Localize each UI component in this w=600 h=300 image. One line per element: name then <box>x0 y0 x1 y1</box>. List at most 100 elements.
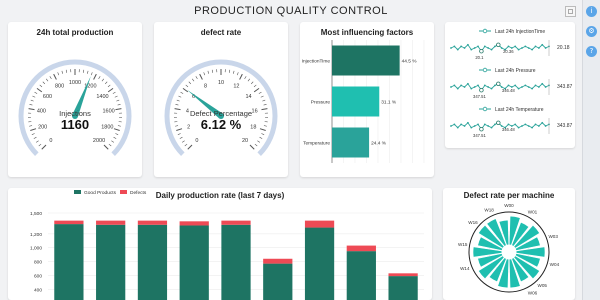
sensors-card: Last 24h InjectionTime 20.1 20.36 20.18 Last… <box>445 22 575 148</box>
sensor-point <box>470 48 473 51</box>
sensor-point <box>487 86 490 88</box>
defect-gauge-tick-label: 20 <box>242 138 248 144</box>
factors-title: Most influencing factors <box>320 28 414 37</box>
defect-gauge-tick <box>253 87 260 93</box>
defect-gauge-tick <box>211 69 214 73</box>
machine-chart: W00 W01 W03 W04 W05W06 W14 W15 W16 W18 <box>458 203 560 296</box>
production-gauge-tick <box>113 136 117 139</box>
sensor-point <box>534 45 537 48</box>
daily-bar-defect <box>179 221 209 226</box>
daily-bar-defect <box>346 245 376 252</box>
sensor-point <box>490 48 493 51</box>
sensor-point <box>507 123 510 126</box>
defect-gauge-tick <box>263 125 267 127</box>
sensor-point <box>537 47 540 49</box>
sensor-legend-marker <box>482 67 488 73</box>
side-rail: i ⚙ ? <box>582 0 600 300</box>
daily-bar-good <box>54 224 84 300</box>
sensor-point <box>473 47 476 49</box>
menu-icon[interactable] <box>565 6 576 17</box>
sensor-min-marker <box>479 87 484 93</box>
defect-gauge-tick <box>175 104 179 106</box>
defect-gauge-tick <box>188 81 192 85</box>
sensor-point <box>456 48 459 51</box>
defect-gauge-tick <box>181 140 185 143</box>
sensor-point <box>477 45 479 48</box>
daily-bar-good <box>346 251 376 300</box>
sensor-point <box>460 123 463 126</box>
defect-gauge-tick-label: 0 <box>195 138 198 144</box>
defect-gauge-tick-label: 10 <box>218 80 224 86</box>
settings-icon[interactable]: ⚙ <box>586 26 597 37</box>
sensor-min-label: 347.51 <box>473 133 486 138</box>
daily-ytick-label: 800 <box>34 260 42 266</box>
production-gauge-tick-label: 200 <box>38 125 47 131</box>
production-gauge-tick <box>113 128 120 131</box>
defect-gauge-tick <box>184 143 188 147</box>
factors-chart: InjectionTime 44.5 % Pressure 31.1 % Tempera… <box>302 40 425 163</box>
sensor-point <box>521 47 523 49</box>
defect-gauge-tick <box>247 78 251 82</box>
sensor-point <box>483 84 486 87</box>
defect-gauge-value: 6.12 % <box>201 117 242 132</box>
sensor-point <box>517 126 520 129</box>
defect-gauge-tick-label: 16 <box>252 109 258 115</box>
sensor-legend-label: Last 24h InjectionTime <box>495 29 545 35</box>
defect-gauge-tick <box>180 91 184 94</box>
sensor-point <box>463 125 466 127</box>
production-gauge-tick <box>34 91 38 94</box>
sensor-point <box>531 87 534 90</box>
daily-bar-good <box>179 225 209 300</box>
production-gauge: 0200400600800100012001400160018002000Inj… <box>18 59 132 156</box>
sensor-last-label: 20.18 <box>557 45 570 51</box>
sensor-legend-marker <box>482 106 488 112</box>
defect-gauge-tick <box>207 70 210 74</box>
defect-gauge-tick <box>263 104 267 106</box>
sensor-point <box>477 84 479 87</box>
sensor-point <box>517 87 520 90</box>
daily-bar-good <box>388 276 418 300</box>
production-gauge-tick <box>114 95 118 98</box>
sensor-legend-marker <box>482 28 488 34</box>
sensor-point <box>527 47 530 49</box>
defect-gauge-tick <box>176 128 183 131</box>
sensor-point <box>544 86 547 88</box>
sensor-max-marker <box>496 42 501 47</box>
daily-ytick-label: 400 <box>34 287 42 293</box>
sensor-point <box>517 48 520 51</box>
sensor-point <box>466 43 469 46</box>
daily-bar-defect <box>221 220 251 225</box>
machine-label: W15 <box>458 242 468 247</box>
production-gauge-tick <box>82 69 85 73</box>
production-title: 24h total production <box>36 28 114 37</box>
production-gauge-tick <box>108 143 112 147</box>
menu-icon-glyph <box>568 9 573 14</box>
defect-gauge-tick-label: 8 <box>204 84 207 90</box>
defect-gauge-tick <box>177 133 181 135</box>
sensors-chart: Last 24h InjectionTime 20.1 20.36 20.18 Last… <box>450 28 573 138</box>
daily-chart: Good Products Defects1,5001,2001,00080060… <box>30 190 424 300</box>
production-gauge-tick <box>57 72 60 76</box>
production-gauge-tick-label: 2000 <box>93 138 105 144</box>
sensor-point <box>514 123 517 126</box>
factors-bar <box>332 86 380 117</box>
daily-bar-defect <box>54 220 84 225</box>
defect-gauge-tick <box>259 128 266 131</box>
defect-gauge-tick <box>175 125 179 127</box>
info-icon[interactable]: i <box>586 6 597 17</box>
factors-value-label: 31.1 % <box>381 100 397 106</box>
sensor-point <box>524 84 527 87</box>
factors-category-label: InjectionTime <box>302 59 331 65</box>
daily-bar-good <box>263 263 293 300</box>
help-icon[interactable]: ? <box>586 46 597 57</box>
factors-category-label: Pressure <box>311 100 331 106</box>
factors-value-label: 44.5 % <box>402 59 418 65</box>
sensor-point <box>470 126 473 129</box>
sensor-max-label: 20.36 <box>503 49 514 54</box>
sensor-last-label: 343.87 <box>557 84 573 90</box>
daily-bar-good <box>221 224 251 300</box>
production-gauge-tick <box>112 91 116 94</box>
sensor-max-marker <box>496 120 501 125</box>
sensor-point <box>463 47 466 49</box>
production-gauge-tick <box>117 104 121 106</box>
